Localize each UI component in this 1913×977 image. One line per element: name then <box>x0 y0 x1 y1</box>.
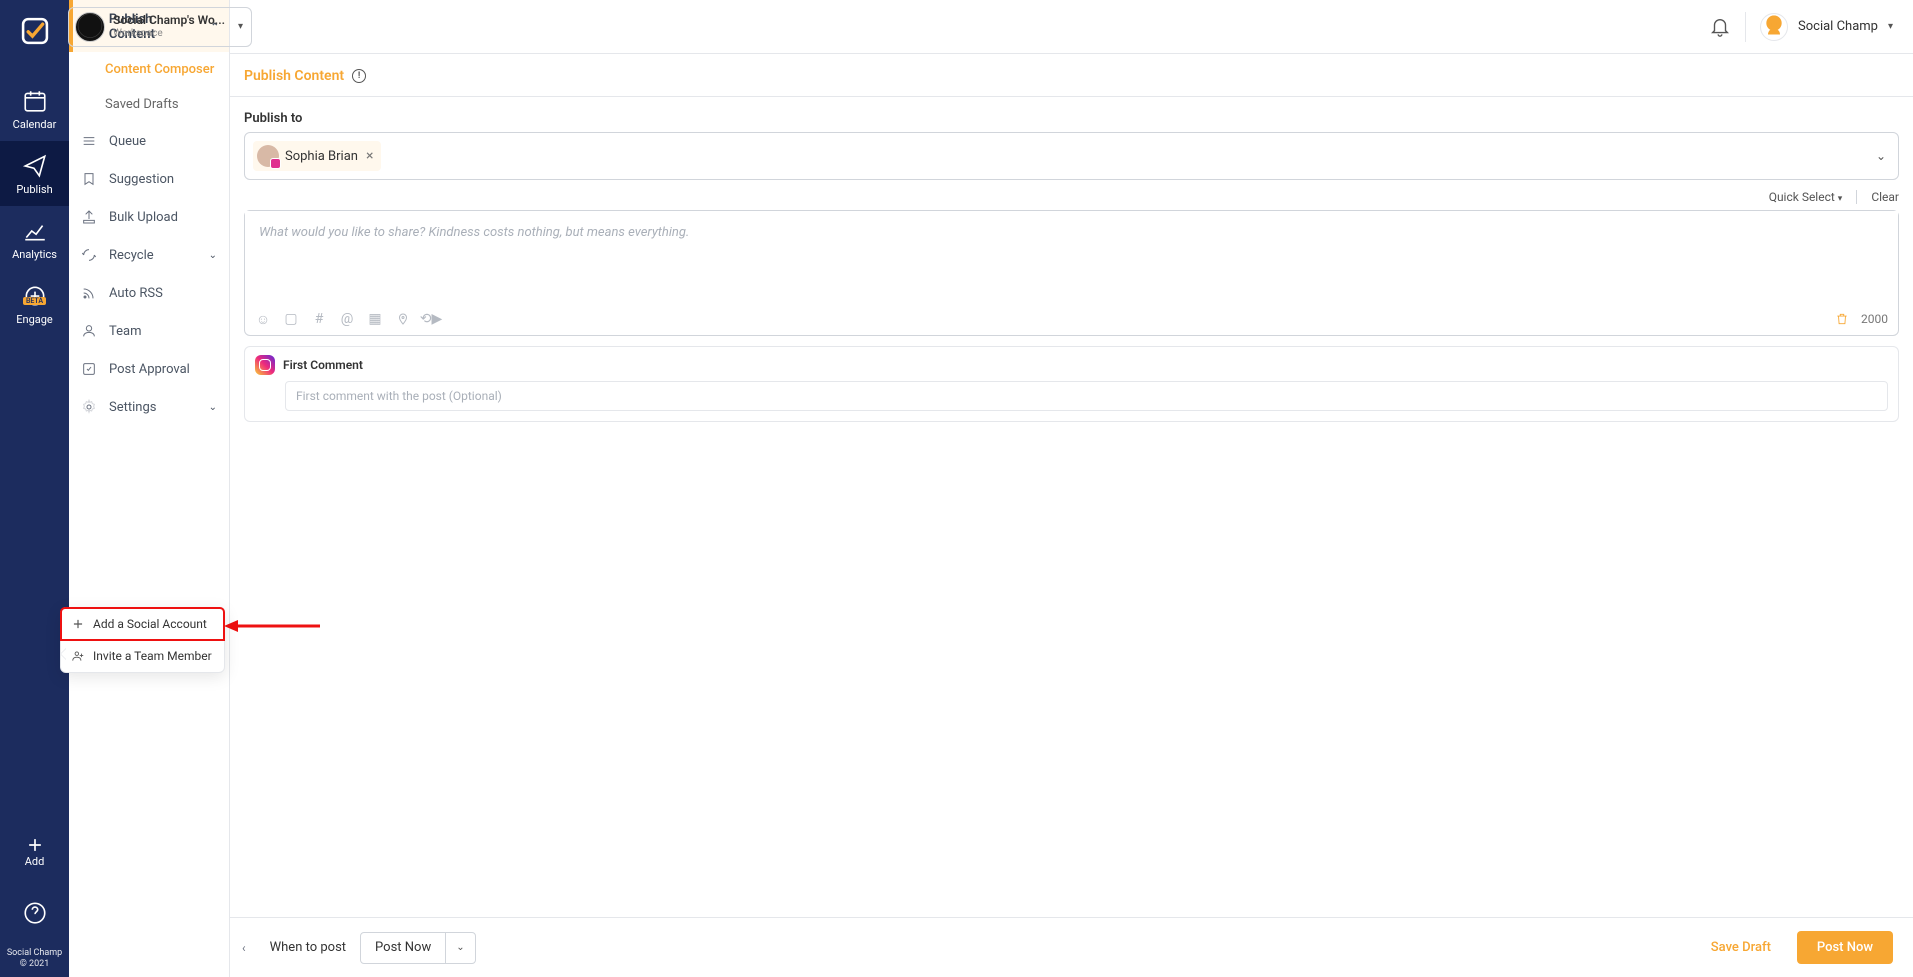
trash-icon[interactable] <box>1835 312 1849 326</box>
location-icon[interactable] <box>395 311 411 327</box>
caret-down-icon: ▾ <box>1888 21 1893 32</box>
chevron-down-icon: ⌄ <box>209 402 217 413</box>
gear-icon <box>81 399 97 415</box>
engage-icon <box>22 283 48 309</box>
when-to-post-select[interactable]: Post Now ⌄ <box>360 932 476 964</box>
link-shorten-icon[interactable]: ⟲▶ <box>423 311 439 327</box>
sidebar: Publish Content ⌃ Content Composer Saved… <box>69 0 230 977</box>
main: Social Champ's Wo... Workspace ▾ Social … <box>230 0 1913 977</box>
bottom-bar: ‹ When to post Post Now ⌄ Save Draft Pos… <box>230 917 1913 977</box>
rail-engage[interactable]: BETA Engage <box>0 271 69 336</box>
rail-add-label: Add <box>25 855 45 868</box>
sidebar-saved-drafts[interactable]: Saved Drafts <box>69 87 229 122</box>
plus-icon <box>71 617 85 631</box>
sidebar-settings[interactable]: Settings ⌄ <box>69 388 229 426</box>
approval-icon <box>81 361 97 377</box>
first-comment-label: First Comment <box>283 358 363 372</box>
emoji-icon[interactable]: ☺ <box>255 311 271 327</box>
when-to-post-label: When to post <box>270 940 346 955</box>
info-icon[interactable]: ! <box>352 69 366 83</box>
rail-add[interactable]: Add <box>0 825 69 880</box>
plus-icon <box>25 835 45 855</box>
workspace-avatar-icon <box>75 12 105 42</box>
rss-icon <box>81 285 97 301</box>
rail-label: Publish <box>16 183 52 196</box>
profile-name: Sophia Brian <box>285 149 358 164</box>
rail-analytics[interactable]: Analytics <box>0 206 69 271</box>
first-comment-section: First Comment <box>244 346 1899 422</box>
annotation-arrow-icon <box>224 616 320 636</box>
content-area: Publish to Sophia Brian × ⌄ Quick Select… <box>230 97 1913 917</box>
save-draft-button[interactable]: Save Draft <box>1699 932 1783 963</box>
sidebar-recycle[interactable]: Recycle ⌄ <box>69 236 229 274</box>
sidebar-team[interactable]: Team <box>69 312 229 350</box>
quick-select-button[interactable]: Quick Select ▾ <box>1769 190 1843 204</box>
chevron-down-icon: ⌄ <box>209 250 217 261</box>
rail-publish[interactable]: Publish <box>0 141 69 206</box>
caret-down-icon: ▾ <box>238 21 243 32</box>
user-menu[interactable]: Social Champ ▾ <box>1760 13 1893 41</box>
user-avatar-icon <box>1760 13 1788 41</box>
rail-label: Calendar <box>13 118 57 131</box>
composer: ☺ ▢ # @ ▦ ⟲▶ 2000 <box>244 210 1899 336</box>
upload-icon <box>81 209 97 225</box>
first-comment-input[interactable] <box>285 381 1888 411</box>
workspace-title: Social Champ's Wo... <box>113 14 225 27</box>
profile-avatar-icon <box>257 145 279 167</box>
hashtag-icon[interactable]: # <box>311 311 327 327</box>
beta-badge: BETA <box>23 297 46 305</box>
nav-rail: Calendar Publish Analytics BETA Engage A… <box>0 0 69 977</box>
user-plus-icon <box>71 649 85 663</box>
workspace-sub: Workspace <box>113 28 225 39</box>
clear-button[interactable]: Clear <box>1871 190 1899 204</box>
notifications-bell-icon[interactable] <box>1709 16 1731 38</box>
publish-to-field[interactable]: Sophia Brian × ⌄ <box>244 132 1899 180</box>
composer-textarea[interactable] <box>245 211 1898 301</box>
chevron-down-icon: ⌄ <box>1876 149 1886 163</box>
chevron-down-icon[interactable]: ⌄ <box>445 933 474 963</box>
collapse-left-icon[interactable]: ‹ <box>238 937 250 959</box>
add-social-account-button[interactable]: Add a Social Account <box>61 608 224 640</box>
queue-icon <box>81 133 97 149</box>
rail-calendar[interactable]: Calendar <box>0 76 69 141</box>
when-value: Post Now <box>361 940 445 955</box>
user-icon <box>81 323 97 339</box>
sidebar-auto-rss[interactable]: Auto RSS <box>69 274 229 312</box>
post-now-button[interactable]: Post Now <box>1797 931 1893 964</box>
sidebar-post-approval[interactable]: Post Approval <box>69 350 229 388</box>
rail-label: Analytics <box>12 248 57 261</box>
char-count: 2000 <box>1861 312 1888 326</box>
sidebar-queue[interactable]: Queue <box>69 122 229 160</box>
rail-footer: Social Champ © 2021 <box>7 948 62 977</box>
recycle-icon <box>81 247 97 263</box>
page-head: Publish Content ! <box>230 54 1913 97</box>
user-name: Social Champ <box>1798 19 1878 34</box>
sidebar-content-composer[interactable]: Content Composer <box>69 52 229 87</box>
app-logo-icon <box>18 14 52 48</box>
invite-team-member-button[interactable]: Invite a Team Member <box>61 640 224 672</box>
add-popover: Add a Social Account Invite a Team Membe… <box>60 607 225 673</box>
rail-help[interactable] <box>0 888 69 940</box>
profile-chip: Sophia Brian × <box>253 141 381 171</box>
remove-profile-icon[interactable]: × <box>364 148 373 164</box>
instagram-icon <box>255 355 275 375</box>
help-icon <box>22 900 48 926</box>
publish-to-label: Publish to <box>244 111 1899 126</box>
rail-label: Engage <box>16 313 53 326</box>
calendar-icon <box>22 88 48 114</box>
sidebar-bulk-upload[interactable]: Bulk Upload <box>69 198 229 236</box>
mention-icon[interactable]: @ <box>339 311 355 327</box>
gif-icon[interactable]: ▦ <box>367 311 383 327</box>
bookmark-icon <box>81 171 97 187</box>
topbar: Social Champ's Wo... Workspace ▾ Social … <box>230 0 1913 54</box>
image-icon[interactable]: ▢ <box>283 311 299 327</box>
chart-icon <box>22 218 48 244</box>
workspace-selector[interactable]: Social Champ's Wo... Workspace ▾ <box>68 7 252 47</box>
caret-down-icon: ▾ <box>1838 194 1843 204</box>
page-title: Publish Content <box>244 68 344 84</box>
sidebar-suggestion[interactable]: Suggestion <box>69 160 229 198</box>
paper-plane-icon <box>22 153 48 179</box>
